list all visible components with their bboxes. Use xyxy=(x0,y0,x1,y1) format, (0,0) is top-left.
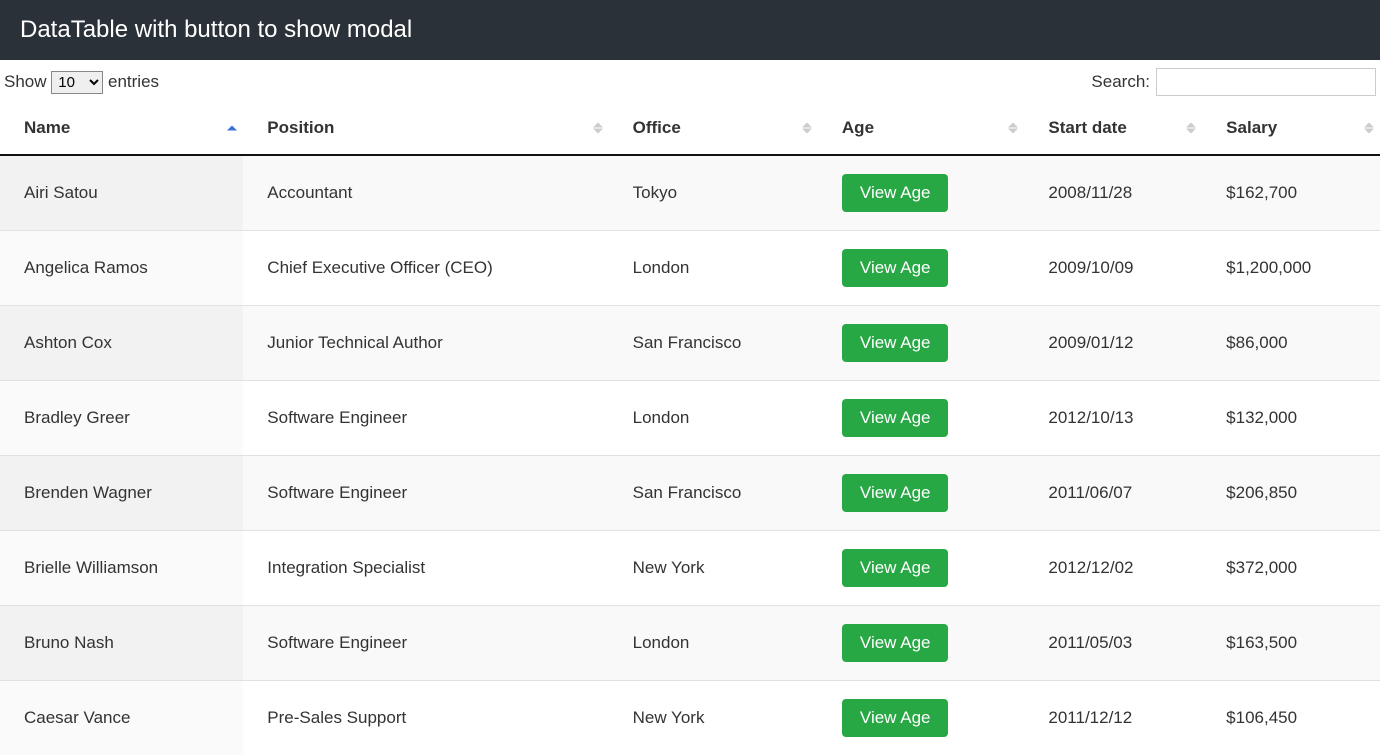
sort-icon xyxy=(227,126,237,131)
table-row: Brielle WilliamsonIntegration Specialist… xyxy=(0,531,1380,606)
column-header-position[interactable]: Position xyxy=(243,102,608,155)
cell-position: Integration Specialist xyxy=(243,531,608,606)
view-age-button[interactable]: View Age xyxy=(842,324,949,362)
column-label: Office xyxy=(633,118,681,137)
cell-name: Ashton Cox xyxy=(0,306,243,381)
cell-name: Brielle Williamson xyxy=(0,531,243,606)
view-age-button[interactable]: View Age xyxy=(842,549,949,587)
cell-position: Software Engineer xyxy=(243,606,608,681)
cell-office: London xyxy=(609,381,818,456)
page-title: DataTable with button to show modal xyxy=(0,0,1380,60)
cell-start-date: 2009/10/09 xyxy=(1024,231,1202,306)
cell-position: Junior Technical Author xyxy=(243,306,608,381)
column-label: Start date xyxy=(1048,118,1126,137)
cell-age: View Age xyxy=(818,531,1024,606)
cell-position: Pre-Sales Support xyxy=(243,681,608,755)
view-age-button[interactable]: View Age xyxy=(842,249,949,287)
length-prefix: Show xyxy=(4,72,47,91)
cell-office: San Francisco xyxy=(609,456,818,531)
sort-icon xyxy=(1186,123,1196,134)
cell-name: Brenden Wagner xyxy=(0,456,243,531)
cell-office: London xyxy=(609,231,818,306)
cell-salary: $106,450 xyxy=(1202,681,1380,755)
cell-salary: $206,850 xyxy=(1202,456,1380,531)
cell-name: Caesar Vance xyxy=(0,681,243,755)
cell-salary: $86,000 xyxy=(1202,306,1380,381)
cell-salary: $1,200,000 xyxy=(1202,231,1380,306)
cell-start-date: 2012/12/02 xyxy=(1024,531,1202,606)
table-row: Bruno NashSoftware EngineerLondon View Ag… xyxy=(0,606,1380,681)
column-label: Name xyxy=(24,118,70,137)
search-input[interactable] xyxy=(1156,68,1376,96)
cell-age: View Age xyxy=(818,456,1024,531)
cell-age: View Age xyxy=(818,381,1024,456)
cell-age: View Age xyxy=(818,681,1024,755)
view-age-button[interactable]: View Age xyxy=(842,399,949,437)
cell-office: New York xyxy=(609,531,818,606)
cell-age: View Age xyxy=(818,606,1024,681)
cell-salary: $372,000 xyxy=(1202,531,1380,606)
table-row: Caesar VancePre-Sales SupportNew York Vie… xyxy=(0,681,1380,755)
sort-icon xyxy=(593,123,603,134)
cell-office: San Francisco xyxy=(609,306,818,381)
cell-name: Airi Satou xyxy=(0,155,243,231)
column-label: Salary xyxy=(1226,118,1277,137)
column-header-start_date[interactable]: Start date xyxy=(1024,102,1202,155)
cell-start-date: 2009/01/12 xyxy=(1024,306,1202,381)
cell-start-date: 2011/05/03 xyxy=(1024,606,1202,681)
view-age-button[interactable]: View Age xyxy=(842,174,949,212)
length-suffix: entries xyxy=(108,72,159,91)
cell-office: Tokyo xyxy=(609,155,818,231)
sort-icon xyxy=(1364,123,1374,134)
column-header-age[interactable]: Age xyxy=(818,102,1024,155)
column-header-salary[interactable]: Salary xyxy=(1202,102,1380,155)
cell-start-date: 2011/12/12 xyxy=(1024,681,1202,755)
search-control: Search: xyxy=(1091,68,1376,96)
table-row: Ashton CoxJunior Technical AuthorSan Fra… xyxy=(0,306,1380,381)
cell-position: Accountant xyxy=(243,155,608,231)
view-age-button[interactable]: View Age xyxy=(842,624,949,662)
cell-name: Bradley Greer xyxy=(0,381,243,456)
sort-icon xyxy=(802,123,812,134)
table-row: Angelica RamosChief Executive Officer (C… xyxy=(0,231,1380,306)
data-table: Name Position Office Age Start date Salary Ai… xyxy=(0,102,1380,755)
cell-salary: $163,500 xyxy=(1202,606,1380,681)
cell-position: Chief Executive Officer (CEO) xyxy=(243,231,608,306)
column-label: Position xyxy=(267,118,334,137)
cell-start-date: 2008/11/28 xyxy=(1024,155,1202,231)
search-label: Search: xyxy=(1091,72,1150,92)
cell-age: View Age xyxy=(818,231,1024,306)
cell-name: Angelica Ramos xyxy=(0,231,243,306)
cell-start-date: 2012/10/13 xyxy=(1024,381,1202,456)
table-row: Bradley GreerSoftware EngineerLondon View… xyxy=(0,381,1380,456)
cell-position: Software Engineer xyxy=(243,381,608,456)
cell-age: View Age xyxy=(818,155,1024,231)
table-row: Airi SatouAccountantTokyo View Age 2008/11… xyxy=(0,155,1380,231)
cell-salary: $162,700 xyxy=(1202,155,1380,231)
length-select[interactable]: 102550100 xyxy=(51,71,103,94)
cell-salary: $132,000 xyxy=(1202,381,1380,456)
view-age-button[interactable]: View Age xyxy=(842,474,949,512)
cell-age: View Age xyxy=(818,306,1024,381)
cell-name: Bruno Nash xyxy=(0,606,243,681)
table-row: Brenden WagnerSoftware EngineerSan Franc… xyxy=(0,456,1380,531)
column-header-office[interactable]: Office xyxy=(609,102,818,155)
table-controls: Show 102550100 entries Search: xyxy=(0,60,1380,100)
view-age-button[interactable]: View Age xyxy=(842,699,949,737)
cell-start-date: 2011/06/07 xyxy=(1024,456,1202,531)
cell-position: Software Engineer xyxy=(243,456,608,531)
cell-office: New York xyxy=(609,681,818,755)
column-label: Age xyxy=(842,118,874,137)
cell-office: London xyxy=(609,606,818,681)
length-control: Show 102550100 entries xyxy=(4,71,159,94)
column-header-name[interactable]: Name xyxy=(0,102,243,155)
sort-icon xyxy=(1008,123,1018,134)
